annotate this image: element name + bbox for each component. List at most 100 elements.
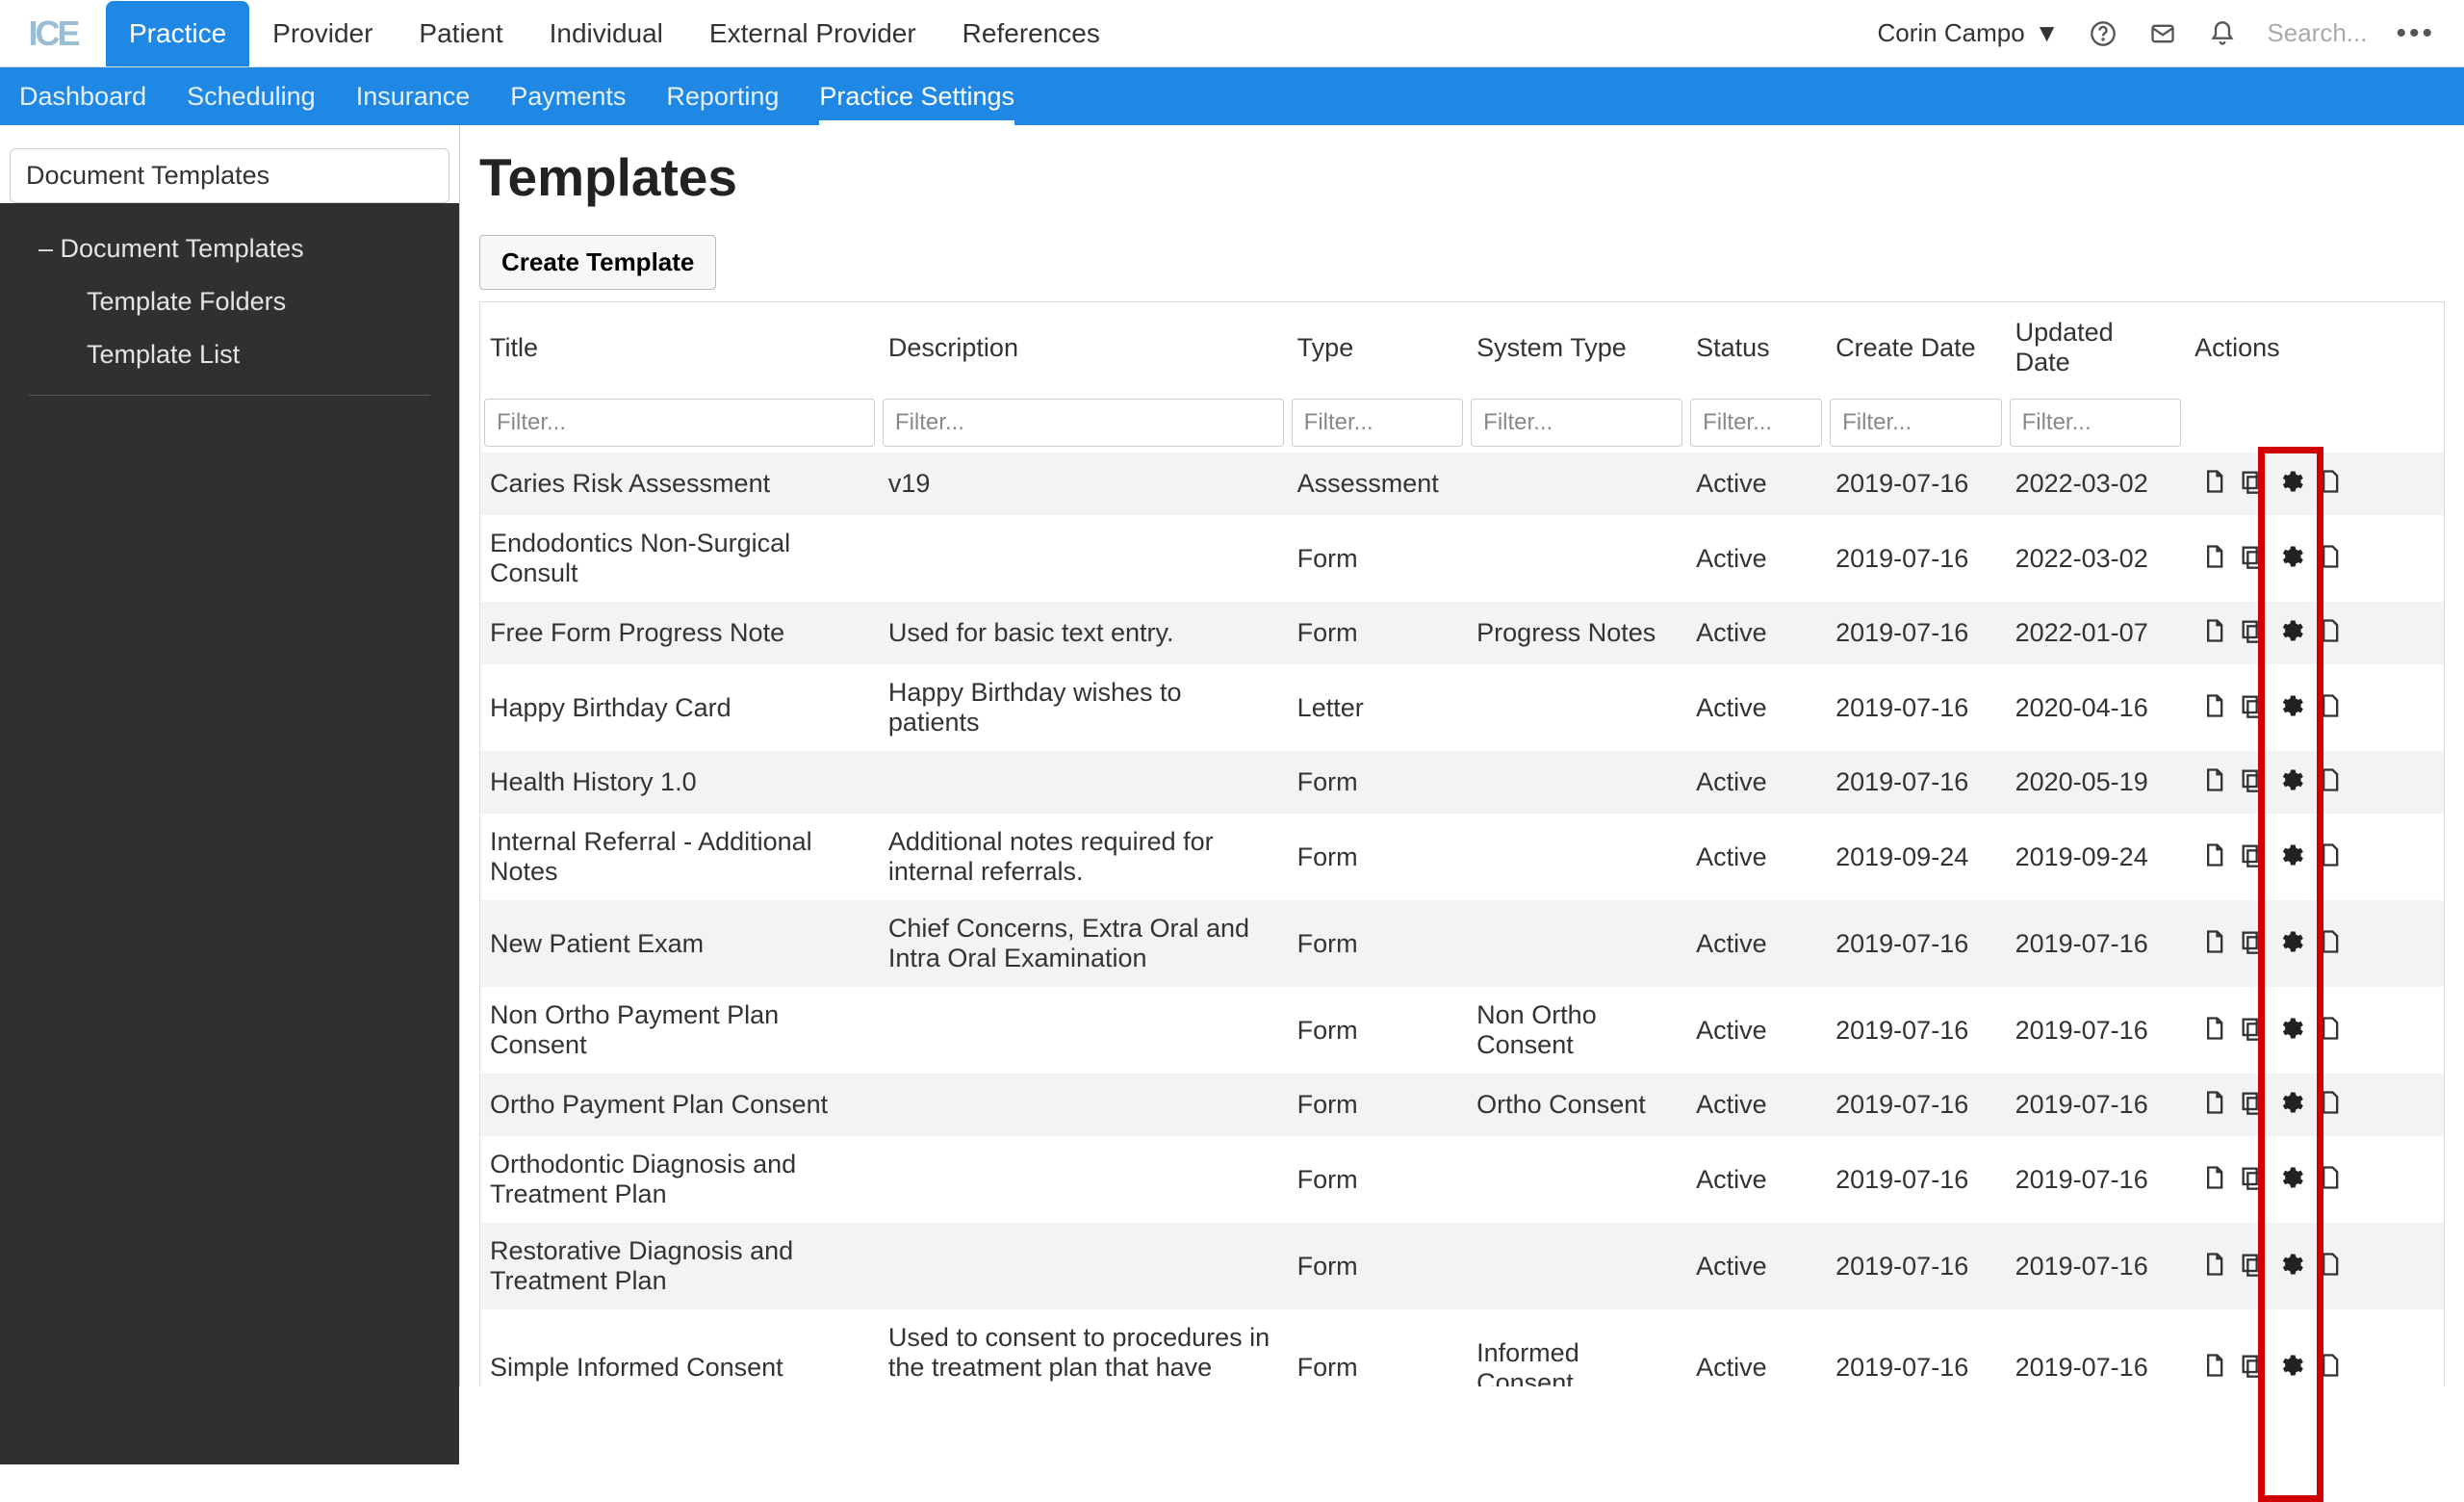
filter-input[interactable] <box>1471 399 1682 447</box>
gear-icon[interactable] <box>2275 764 2306 795</box>
sidebar-title-box[interactable]: Document Templates <box>10 148 449 203</box>
cell-title: Caries Risk Assessment <box>480 453 879 515</box>
gear-icon[interactable] <box>2275 1162 2306 1193</box>
document-icon[interactable] <box>2314 466 2345 497</box>
page-icon[interactable] <box>2198 1013 2229 1044</box>
page-icon[interactable] <box>2198 541 2229 572</box>
filter-input[interactable] <box>2010 399 2181 447</box>
copy-icon[interactable] <box>2237 1249 2268 1280</box>
topnav-item-individual[interactable]: Individual <box>526 1 686 66</box>
topnav-item-provider[interactable]: Provider <box>249 1 396 66</box>
subnav-item-dashboard[interactable]: Dashboard <box>19 68 146 125</box>
document-icon[interactable] <box>2314 615 2345 646</box>
gear-icon[interactable] <box>2275 840 2306 870</box>
user-name: Corin Campo <box>1878 18 2025 48</box>
gear-icon[interactable] <box>2275 1013 2306 1044</box>
document-icon[interactable] <box>2314 764 2345 795</box>
document-icon[interactable] <box>2314 541 2345 572</box>
copy-icon[interactable] <box>2237 466 2268 497</box>
subnav-item-payments[interactable]: Payments <box>510 68 626 125</box>
copy-icon[interactable] <box>2237 764 2268 795</box>
bell-icon[interactable] <box>2207 18 2238 49</box>
cell-updated: 2020-05-19 <box>2006 751 2185 814</box>
gear-icon[interactable] <box>2275 690 2306 721</box>
copy-icon[interactable] <box>2237 615 2268 646</box>
document-icon[interactable] <box>2314 1249 2345 1280</box>
gear-icon[interactable] <box>2275 1249 2306 1280</box>
gear-icon[interactable] <box>2275 466 2306 497</box>
filter-input[interactable] <box>1292 399 1463 447</box>
page-icon[interactable] <box>2198 1087 2229 1118</box>
topnav-item-practice[interactable]: Practice <box>106 1 249 66</box>
page-icon[interactable] <box>2198 615 2229 646</box>
page-icon[interactable] <box>2198 466 2229 497</box>
cell-desc <box>879 1074 1288 1136</box>
document-icon[interactable] <box>2314 690 2345 721</box>
sidebar-item-template-list[interactable]: Template List <box>0 328 459 381</box>
topnav-item-references[interactable]: References <box>939 1 1123 66</box>
column-header[interactable]: Type <box>1288 302 1467 394</box>
search-input[interactable]: Search... <box>2267 18 2367 48</box>
filter-input[interactable] <box>1690 399 1822 447</box>
column-header[interactable]: Title <box>480 302 879 394</box>
more-menu-icon[interactable]: ••• <box>2396 17 2435 50</box>
gear-icon[interactable] <box>2275 615 2306 646</box>
subnav-item-practice-settings[interactable]: Practice Settings <box>819 68 1014 125</box>
document-icon[interactable] <box>2314 1162 2345 1193</box>
copy-icon[interactable] <box>2237 690 2268 721</box>
gear-icon[interactable] <box>2275 926 2306 957</box>
gear-icon[interactable] <box>2275 1087 2306 1118</box>
page-icon[interactable] <box>2198 926 2229 957</box>
document-icon[interactable] <box>2314 926 2345 957</box>
cell-desc <box>879 1223 1288 1309</box>
column-header[interactable]: Description <box>879 302 1288 394</box>
copy-icon[interactable] <box>2237 1013 2268 1044</box>
copy-icon[interactable] <box>2237 1350 2268 1381</box>
cell-title: Ortho Payment Plan Consent <box>480 1074 879 1136</box>
document-icon[interactable] <box>2314 840 2345 870</box>
cell-status: Active <box>1686 900 1826 987</box>
copy-icon[interactable] <box>2237 1087 2268 1118</box>
filter-input[interactable] <box>1830 399 2001 447</box>
copy-icon[interactable] <box>2237 1162 2268 1193</box>
help-icon[interactable] <box>2088 18 2118 49</box>
cell-status: Active <box>1686 814 1826 900</box>
page-icon[interactable] <box>2198 764 2229 795</box>
page-icon[interactable] <box>2198 1249 2229 1280</box>
gear-icon[interactable] <box>2275 1350 2306 1381</box>
subnav-item-scheduling[interactable]: Scheduling <box>187 68 316 125</box>
copy-icon[interactable] <box>2237 541 2268 572</box>
filter-input[interactable] <box>484 399 875 447</box>
page-icon[interactable] <box>2198 1162 2229 1193</box>
mail-icon[interactable] <box>2147 18 2178 49</box>
gear-icon[interactable] <box>2275 541 2306 572</box>
cell-type: Form <box>1288 900 1467 987</box>
page-icon[interactable] <box>2198 1350 2229 1381</box>
page-icon[interactable] <box>2198 690 2229 721</box>
sidebar-item-document-templates[interactable]: Document Templates <box>0 222 459 275</box>
document-icon[interactable] <box>2314 1350 2345 1381</box>
subnav-item-reporting[interactable]: Reporting <box>666 68 779 125</box>
cell-type: Letter <box>1288 664 1467 751</box>
cell-title: Health History 1.0 <box>480 751 879 814</box>
column-header[interactable]: Create Date <box>1826 302 2005 394</box>
document-icon[interactable] <box>2314 1087 2345 1118</box>
create-template-button[interactable]: Create Template <box>479 235 716 290</box>
column-header[interactable]: Updated Date <box>2006 302 2185 394</box>
cell-created: 2019-07-16 <box>1826 664 2005 751</box>
column-header[interactable]: System Type <box>1467 302 1686 394</box>
topnav-item-external-provider[interactable]: External Provider <box>686 1 939 66</box>
cell-created: 2019-07-16 <box>1826 1074 2005 1136</box>
user-menu[interactable]: Corin Campo ▼ <box>1878 18 2060 48</box>
copy-icon[interactable] <box>2237 840 2268 870</box>
column-header[interactable]: Actions <box>2185 302 2444 394</box>
filter-input[interactable] <box>883 399 1284 447</box>
document-icon[interactable] <box>2314 1013 2345 1044</box>
subnav-item-insurance[interactable]: Insurance <box>356 68 471 125</box>
column-header[interactable]: Status <box>1686 302 1826 394</box>
copy-icon[interactable] <box>2237 926 2268 957</box>
cell-desc <box>879 515 1288 602</box>
page-icon[interactable] <box>2198 840 2229 870</box>
topnav-item-patient[interactable]: Patient <box>396 1 526 66</box>
sidebar-item-template-folders[interactable]: Template Folders <box>0 275 459 328</box>
